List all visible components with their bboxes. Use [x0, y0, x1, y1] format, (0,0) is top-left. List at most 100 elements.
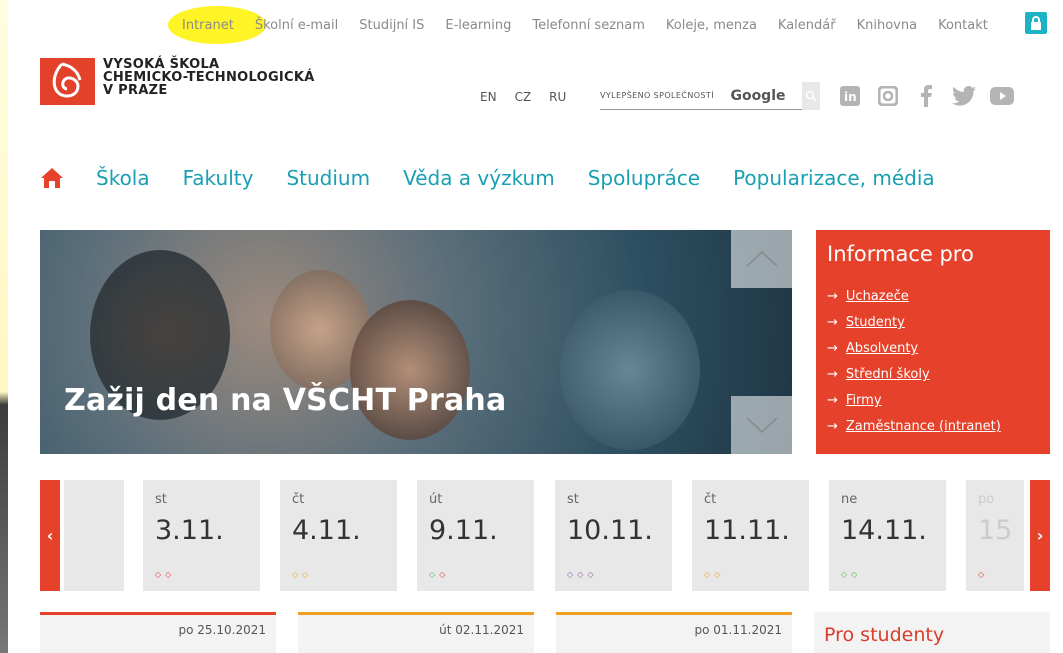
- lang-cz[interactable]: CZ: [515, 90, 532, 104]
- pro-studenty-heading: Pro studenty: [814, 612, 1050, 653]
- nav-fakulty[interactable]: Fakulty: [183, 166, 254, 190]
- lock-icon[interactable]: [1025, 12, 1047, 34]
- hero-prev-button[interactable]: [731, 230, 792, 288]
- event-dot-icon: ◇: [978, 570, 985, 579]
- logo-line-3: V PRAZE: [103, 83, 168, 98]
- university-logo[interactable]: VYSOKÁ ŠKOLA CHEMICKO-TECHNOLOGICKÁ V PR…: [40, 58, 315, 105]
- event-dot-icon: ◇: [587, 570, 594, 579]
- topnav-library[interactable]: Knihovna: [857, 18, 917, 42]
- event-dot-icon: ◇: [567, 570, 574, 579]
- news-date: po 25.10.2021: [178, 623, 266, 637]
- info-link-item: → Zaměstnance (intranet): [827, 414, 1039, 440]
- facebook-icon[interactable]: [914, 84, 938, 108]
- chevron-up-icon: [745, 250, 778, 267]
- calendar-dots: ◇ ◇: [429, 570, 445, 579]
- svg-text:in: in: [844, 90, 857, 104]
- info-link-uchazece[interactable]: Uchazeče: [846, 289, 909, 304]
- calendar-day: po: [978, 492, 995, 507]
- chevron-left-icon: ‹: [46, 526, 54, 545]
- hero-next-button[interactable]: [731, 396, 792, 454]
- info-link-zamestnance[interactable]: Zaměstnance (intranet): [846, 419, 1001, 434]
- calendar-date: 9.11.: [429, 515, 498, 546]
- calendar-date: 15: [978, 515, 1013, 546]
- instagram-icon[interactable]: [876, 84, 900, 108]
- info-link-item: → Uchazeče: [827, 284, 1039, 310]
- social-links: in: [838, 84, 1014, 108]
- logo-mark-icon: [40, 58, 95, 105]
- arrow-right-icon: →: [827, 341, 838, 356]
- calendar-card[interactable]: st 3.11. ◇ ◇: [143, 480, 260, 591]
- calendar-date: 10.11.: [567, 515, 653, 546]
- info-link-firmy[interactable]: Firmy: [846, 393, 882, 408]
- calendar-date: 14.11.: [841, 515, 927, 546]
- info-link-stredni-skoly[interactable]: Střední školy: [846, 367, 930, 382]
- event-dot-icon: ◇: [851, 570, 858, 579]
- news-card[interactable]: po 01.11.2021: [556, 612, 792, 653]
- event-dot-icon: ◇: [292, 570, 299, 579]
- hero-caption: Zažij den na VŠCHT Praha: [64, 383, 507, 418]
- calendar-card[interactable]: čt 4.11. ◇ ◇: [280, 480, 397, 591]
- calendar-dots: ◇ ◇: [292, 570, 308, 579]
- topnav-elearning[interactable]: E-learning: [445, 18, 511, 42]
- event-dot-icon: ◇: [841, 570, 848, 579]
- lang-ru[interactable]: RU: [549, 90, 566, 104]
- calendar-date: 11.11.: [704, 515, 790, 546]
- topnav-phonebook[interactable]: Telefonní seznam: [532, 18, 645, 42]
- info-link-studenty[interactable]: Studenty: [846, 315, 905, 330]
- twitter-icon[interactable]: [952, 84, 976, 108]
- calendar-date: 4.11.: [292, 515, 361, 546]
- calendar-dots: ◇: [978, 570, 984, 579]
- nav-skola[interactable]: Škola: [96, 166, 150, 190]
- logo-text: VYSOKÁ ŠKOLA CHEMICKO-TECHNOLOGICKÁ V PR…: [103, 58, 315, 97]
- search-icon[interactable]: [801, 81, 820, 110]
- info-panel-links: → Uchazeče → Studenty → Absolventy → Střední…: [827, 284, 1039, 440]
- calendar-next-button[interactable]: ›: [1030, 480, 1050, 591]
- home-icon[interactable]: [40, 167, 64, 189]
- news-card[interactable]: út 02.11.2021: [298, 612, 534, 653]
- nav-spoluprace[interactable]: Spolupráce: [588, 166, 700, 190]
- arrow-right-icon: →: [827, 393, 838, 408]
- topnav-calendar[interactable]: Kalendář: [778, 18, 836, 42]
- topnav-school-email[interactable]: Školní e-mail: [255, 18, 338, 42]
- event-dot-icon: ◇: [429, 570, 436, 579]
- calendar-card[interactable]: po 15 ◇: [966, 480, 1024, 591]
- linkedin-icon[interactable]: in: [838, 84, 862, 108]
- calendar-day: čt: [704, 492, 717, 507]
- calendar-card[interactable]: út 9.11. ◇ ◇: [417, 480, 534, 591]
- arrow-right-icon: →: [827, 367, 838, 382]
- main-nav: Škola Fakulty Studium Věda a výzkum Spol…: [40, 166, 968, 190]
- calendar-card[interactable]: ne 14.11. ◇ ◇: [829, 480, 946, 591]
- calendar-card[interactable]: st 10.11. ◇ ◇ ◇: [555, 480, 672, 591]
- topnav-dorms-canteen[interactable]: Koleje, menza: [666, 18, 757, 42]
- search-brand: Google: [730, 87, 786, 104]
- news-date: po 01.11.2021: [694, 623, 782, 637]
- calendar-card[interactable]: čt 11.11. ◇ ◇: [692, 480, 809, 591]
- news-card[interactable]: po 25.10.2021: [40, 612, 276, 653]
- calendar-day: út: [429, 492, 443, 507]
- youtube-icon[interactable]: [990, 84, 1014, 108]
- info-link-absolventy[interactable]: Absolventy: [846, 341, 918, 356]
- hero-photo-figure: [350, 300, 470, 440]
- calendar-prev-button[interactable]: ‹: [40, 480, 60, 591]
- calendar-dots: ◇ ◇: [704, 570, 720, 579]
- arrow-right-icon: →: [827, 289, 838, 304]
- event-dot-icon: ◇: [577, 570, 584, 579]
- event-dot-icon: ◇: [704, 570, 711, 579]
- topnav-contact[interactable]: Kontakt: [938, 18, 988, 42]
- nav-studium[interactable]: Studium: [286, 166, 370, 190]
- topnav-study-is[interactable]: Studijní IS: [359, 18, 424, 42]
- chevron-right-icon: ›: [1036, 526, 1044, 545]
- hero-banner[interactable]: Zažij den na VŠCHT Praha: [40, 230, 792, 454]
- nav-popularizace-media[interactable]: Popularizace, média: [733, 166, 935, 190]
- event-dot-icon: ◇: [165, 570, 172, 579]
- search-input[interactable]: VYLEPŠENO SPOLEČNOSTÍ Google: [600, 81, 820, 110]
- topnav-intranet[interactable]: Intranet: [182, 18, 234, 42]
- calendar-day: st: [155, 492, 167, 507]
- calendar-date: 3.11.: [155, 515, 224, 546]
- lang-en[interactable]: EN: [480, 90, 497, 104]
- chevron-down-icon: [745, 417, 778, 434]
- info-link-item: → Absolventy: [827, 336, 1039, 362]
- info-panel: Informace pro → Uchazeče → Studenty → Absol…: [816, 230, 1050, 454]
- top-utility-nav: Intranet Školní e-mail Studijní IS E-lea…: [182, 18, 1009, 42]
- nav-veda-a-vyzkum[interactable]: Věda a výzkum: [403, 166, 555, 190]
